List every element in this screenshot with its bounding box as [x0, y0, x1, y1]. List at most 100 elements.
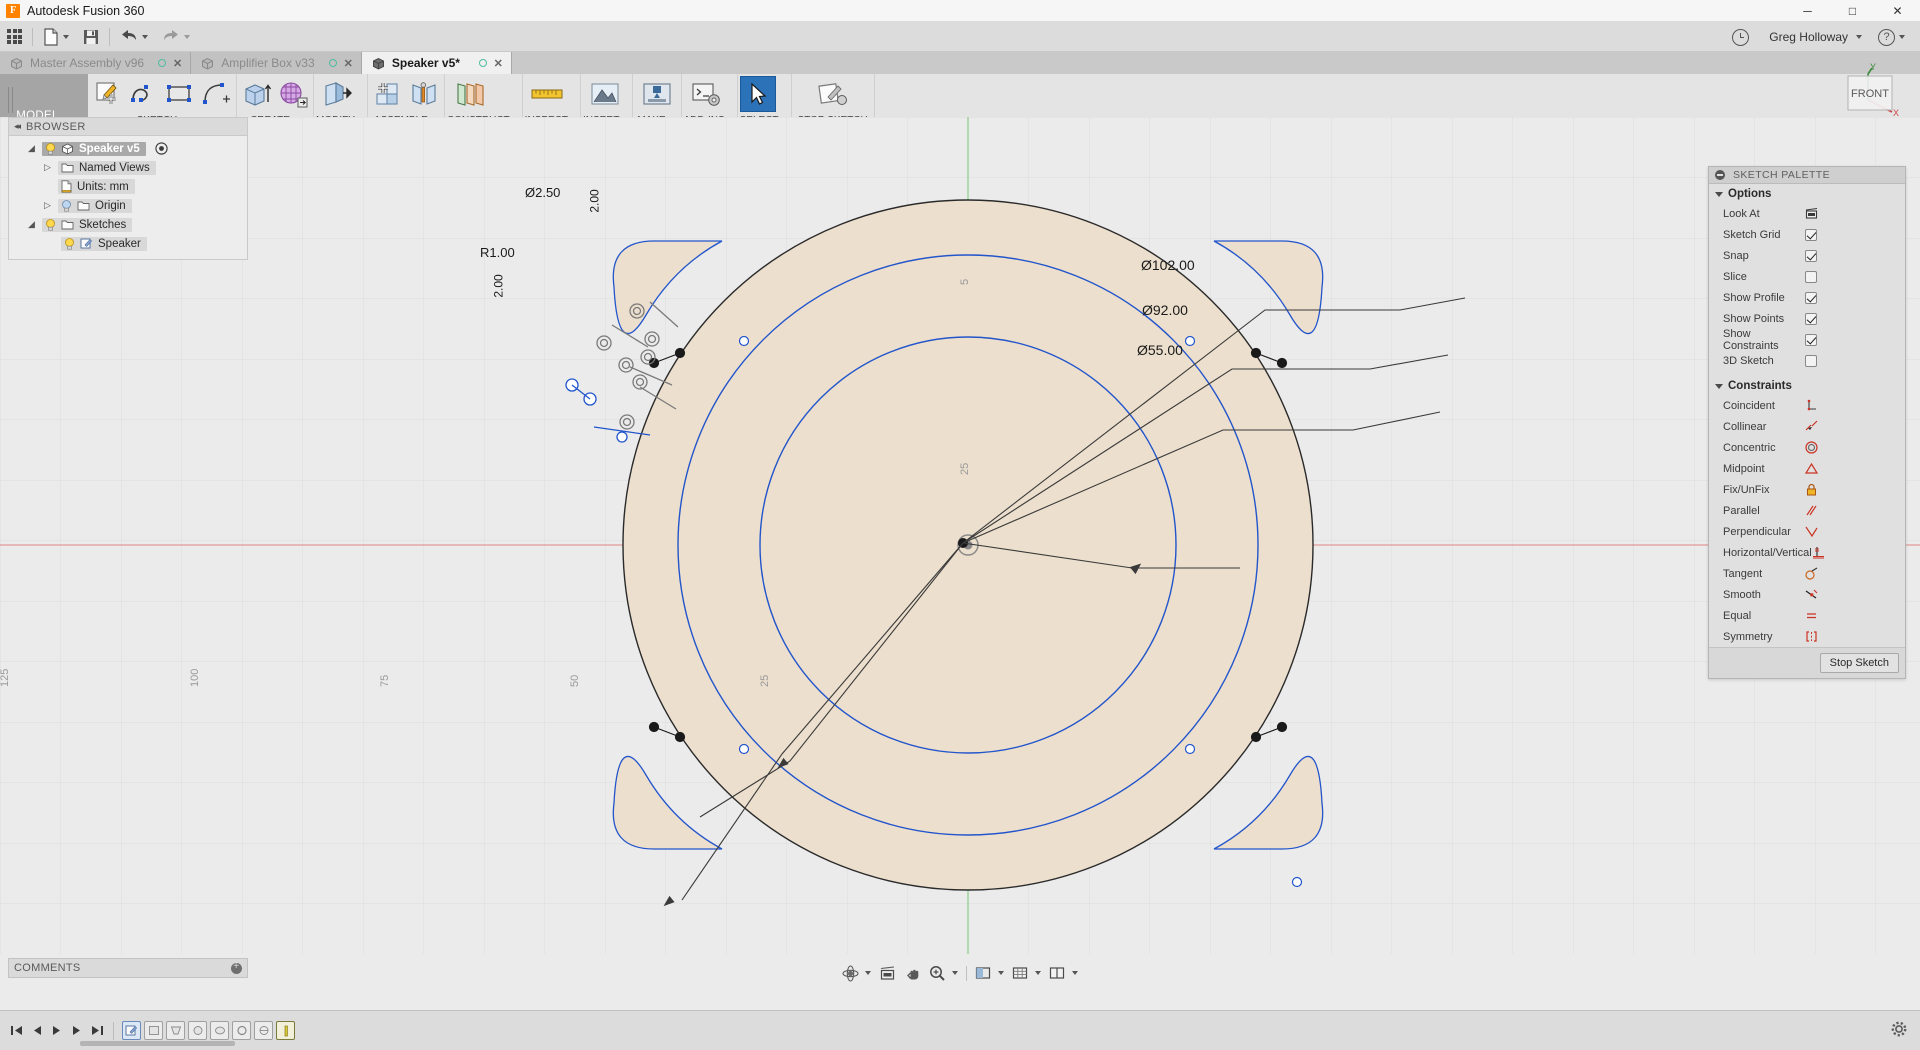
visibility-bulb-icon[interactable] [61, 199, 72, 212]
comments-panel[interactable]: COMMENTS [8, 958, 248, 978]
display-settings-button[interactable] [971, 962, 1008, 984]
sketch-canvas[interactable]: 125 100 75 50 25 5 25 Ø102.00 Ø92.00 Ø55… [0, 117, 1920, 954]
zoom-button[interactable] [925, 962, 962, 984]
constraint-concentric[interactable]: Concentric [1709, 437, 1905, 458]
recent-activity-button[interactable] [1725, 22, 1756, 52]
timeline-step-back[interactable] [28, 1022, 45, 1039]
timeline-feature-5[interactable] [232, 1021, 251, 1040]
browser-header[interactable]: ◂◂ BROWSER [9, 118, 247, 136]
tree-node-sketch-speaker[interactable]: Speaker [9, 234, 247, 253]
pan-button[interactable] [900, 962, 925, 984]
expand-twisty-icon[interactable]: ◢ [25, 143, 38, 154]
grid-snaps-button[interactable] [1008, 962, 1045, 984]
show-points-checkbox[interactable] [1805, 312, 1817, 325]
measure-button[interactable] [525, 76, 569, 112]
tangent-icon[interactable] [1805, 567, 1818, 580]
collapse-icon[interactable]: ◂◂ [14, 121, 21, 132]
concentric-icon[interactable] [1805, 441, 1818, 454]
tree-node-sketches[interactable]: ◢ Sketches [9, 215, 247, 234]
look-at-icon[interactable] [1805, 207, 1818, 220]
midpoint-icon[interactable] [1804, 462, 1819, 475]
app-grid-button[interactable] [0, 22, 29, 52]
visibility-bulb-icon[interactable] [45, 142, 56, 155]
rectangle-button[interactable] [162, 76, 198, 112]
timeline-settings-button[interactable] [1890, 1020, 1908, 1041]
show-constraints-checkbox[interactable] [1805, 333, 1817, 346]
arc-button[interactable] [198, 76, 234, 112]
timeline-go-start[interactable] [8, 1022, 25, 1039]
new-component-button[interactable] [370, 76, 406, 112]
slice-checkbox[interactable] [1805, 270, 1817, 283]
user-account-button[interactable]: Greg Holloway [1758, 22, 1869, 52]
constraint-parallel[interactable]: Parallel [1709, 500, 1905, 521]
visibility-bulb-icon[interactable] [64, 237, 75, 250]
timeline-feature-2[interactable] [166, 1021, 185, 1040]
redo-button[interactable] [155, 22, 197, 52]
press-pull-button[interactable] [316, 76, 360, 112]
timeline-go-end[interactable] [88, 1022, 105, 1039]
constraint-collinear[interactable]: Collinear [1709, 416, 1905, 437]
new-file-button[interactable] [36, 22, 76, 52]
constraint-coincident[interactable]: Coincident [1709, 395, 1905, 416]
stop-sketch-palette-button[interactable]: Stop Sketch [1819, 653, 1899, 673]
sketch-palette-header[interactable]: SKETCH PALETTE [1709, 167, 1905, 184]
add-comment-icon[interactable] [231, 961, 242, 974]
palette-row-show-points[interactable]: Show Points [1709, 308, 1905, 329]
constraint-midpoint[interactable]: Midpoint [1709, 458, 1905, 479]
constraint-equal[interactable]: Equal [1709, 605, 1905, 626]
document-tab-2[interactable]: Speaker v5* ✕ [361, 52, 512, 74]
minimize-button[interactable]: ─ [1785, 0, 1830, 22]
timeline-step-forward[interactable] [68, 1022, 85, 1039]
timeline-scrollbar[interactable] [80, 1041, 235, 1046]
extrude-button[interactable] [239, 76, 275, 112]
undo-button[interactable] [113, 22, 155, 52]
constraint-symmetry[interactable]: Symmetry [1709, 626, 1905, 647]
document-tab-1[interactable]: Amplifier Box v33 ✕ [191, 52, 362, 74]
dimension-diameter-92[interactable]: Ø92.00 [1142, 302, 1188, 318]
options-section-header[interactable]: Options [1709, 184, 1905, 203]
coincident-icon[interactable] [1805, 399, 1818, 412]
help-button[interactable]: ? [1871, 22, 1912, 52]
close-tab-icon[interactable]: ✕ [494, 57, 503, 70]
horizontal-vertical-icon[interactable] [1812, 546, 1825, 559]
timeline-feature-sketch[interactable] [122, 1021, 141, 1040]
palette-row-3d-sketch[interactable]: 3D Sketch [1709, 350, 1905, 371]
joint-button[interactable] [406, 76, 442, 112]
3d-sketch-checkbox[interactable] [1805, 354, 1817, 367]
show-profile-checkbox[interactable] [1805, 291, 1817, 304]
smooth-icon[interactable] [1805, 588, 1818, 601]
palette-row-sketch-grid[interactable]: Sketch Grid [1709, 224, 1905, 245]
palette-row-snap[interactable]: Snap [1709, 245, 1905, 266]
dimension-diameter-102[interactable]: Ø102.00 [1141, 257, 1195, 273]
dimension-linear-2-00-b[interactable]: 2.00 [492, 274, 506, 297]
dimension-diameter-2-50[interactable]: Ø2.50 [525, 185, 560, 200]
expand-twisty-icon[interactable]: ◢ [25, 219, 38, 230]
constraint-perpendicular[interactable]: Perpendicular [1709, 521, 1905, 542]
visibility-eye-icon[interactable] [155, 142, 168, 155]
timeline-feature-3[interactable] [188, 1021, 207, 1040]
close-tab-icon[interactable]: ✕ [344, 57, 353, 70]
offset-plane-button[interactable] [447, 76, 491, 112]
palette-row-look-at[interactable]: Look At [1709, 203, 1905, 224]
dimension-diameter-55[interactable]: Ø55.00 [1137, 342, 1183, 358]
view-cube[interactable]: Y X FRONT [1812, 60, 1899, 140]
3d-print-button[interactable] [635, 76, 679, 112]
orbit-button[interactable] [838, 962, 875, 984]
close-button[interactable]: ✕ [1875, 0, 1920, 22]
palette-row-show-constraints[interactable]: Show Constraints [1709, 328, 1905, 352]
expand-twisty-icon[interactable]: ▷ [41, 200, 54, 211]
look-at-button[interactable] [875, 962, 900, 984]
palette-row-slice[interactable]: Slice [1709, 266, 1905, 287]
viewports-button[interactable] [1045, 962, 1082, 984]
lock-icon[interactable] [1805, 483, 1818, 496]
constraint-smooth[interactable]: Smooth [1709, 584, 1905, 605]
tree-node-speaker-v5[interactable]: ◢ Speaker v5 [9, 139, 247, 158]
spline-button[interactable] [126, 76, 162, 112]
timeline-feature-1[interactable] [144, 1021, 163, 1040]
collinear-icon[interactable] [1805, 420, 1818, 433]
sculpt-button[interactable] [275, 76, 311, 112]
visibility-bulb-icon[interactable] [45, 218, 56, 231]
insert-mesh-button[interactable] [583, 76, 627, 112]
parallel-icon[interactable] [1805, 504, 1818, 517]
sketch-grid-checkbox[interactable] [1805, 228, 1817, 241]
